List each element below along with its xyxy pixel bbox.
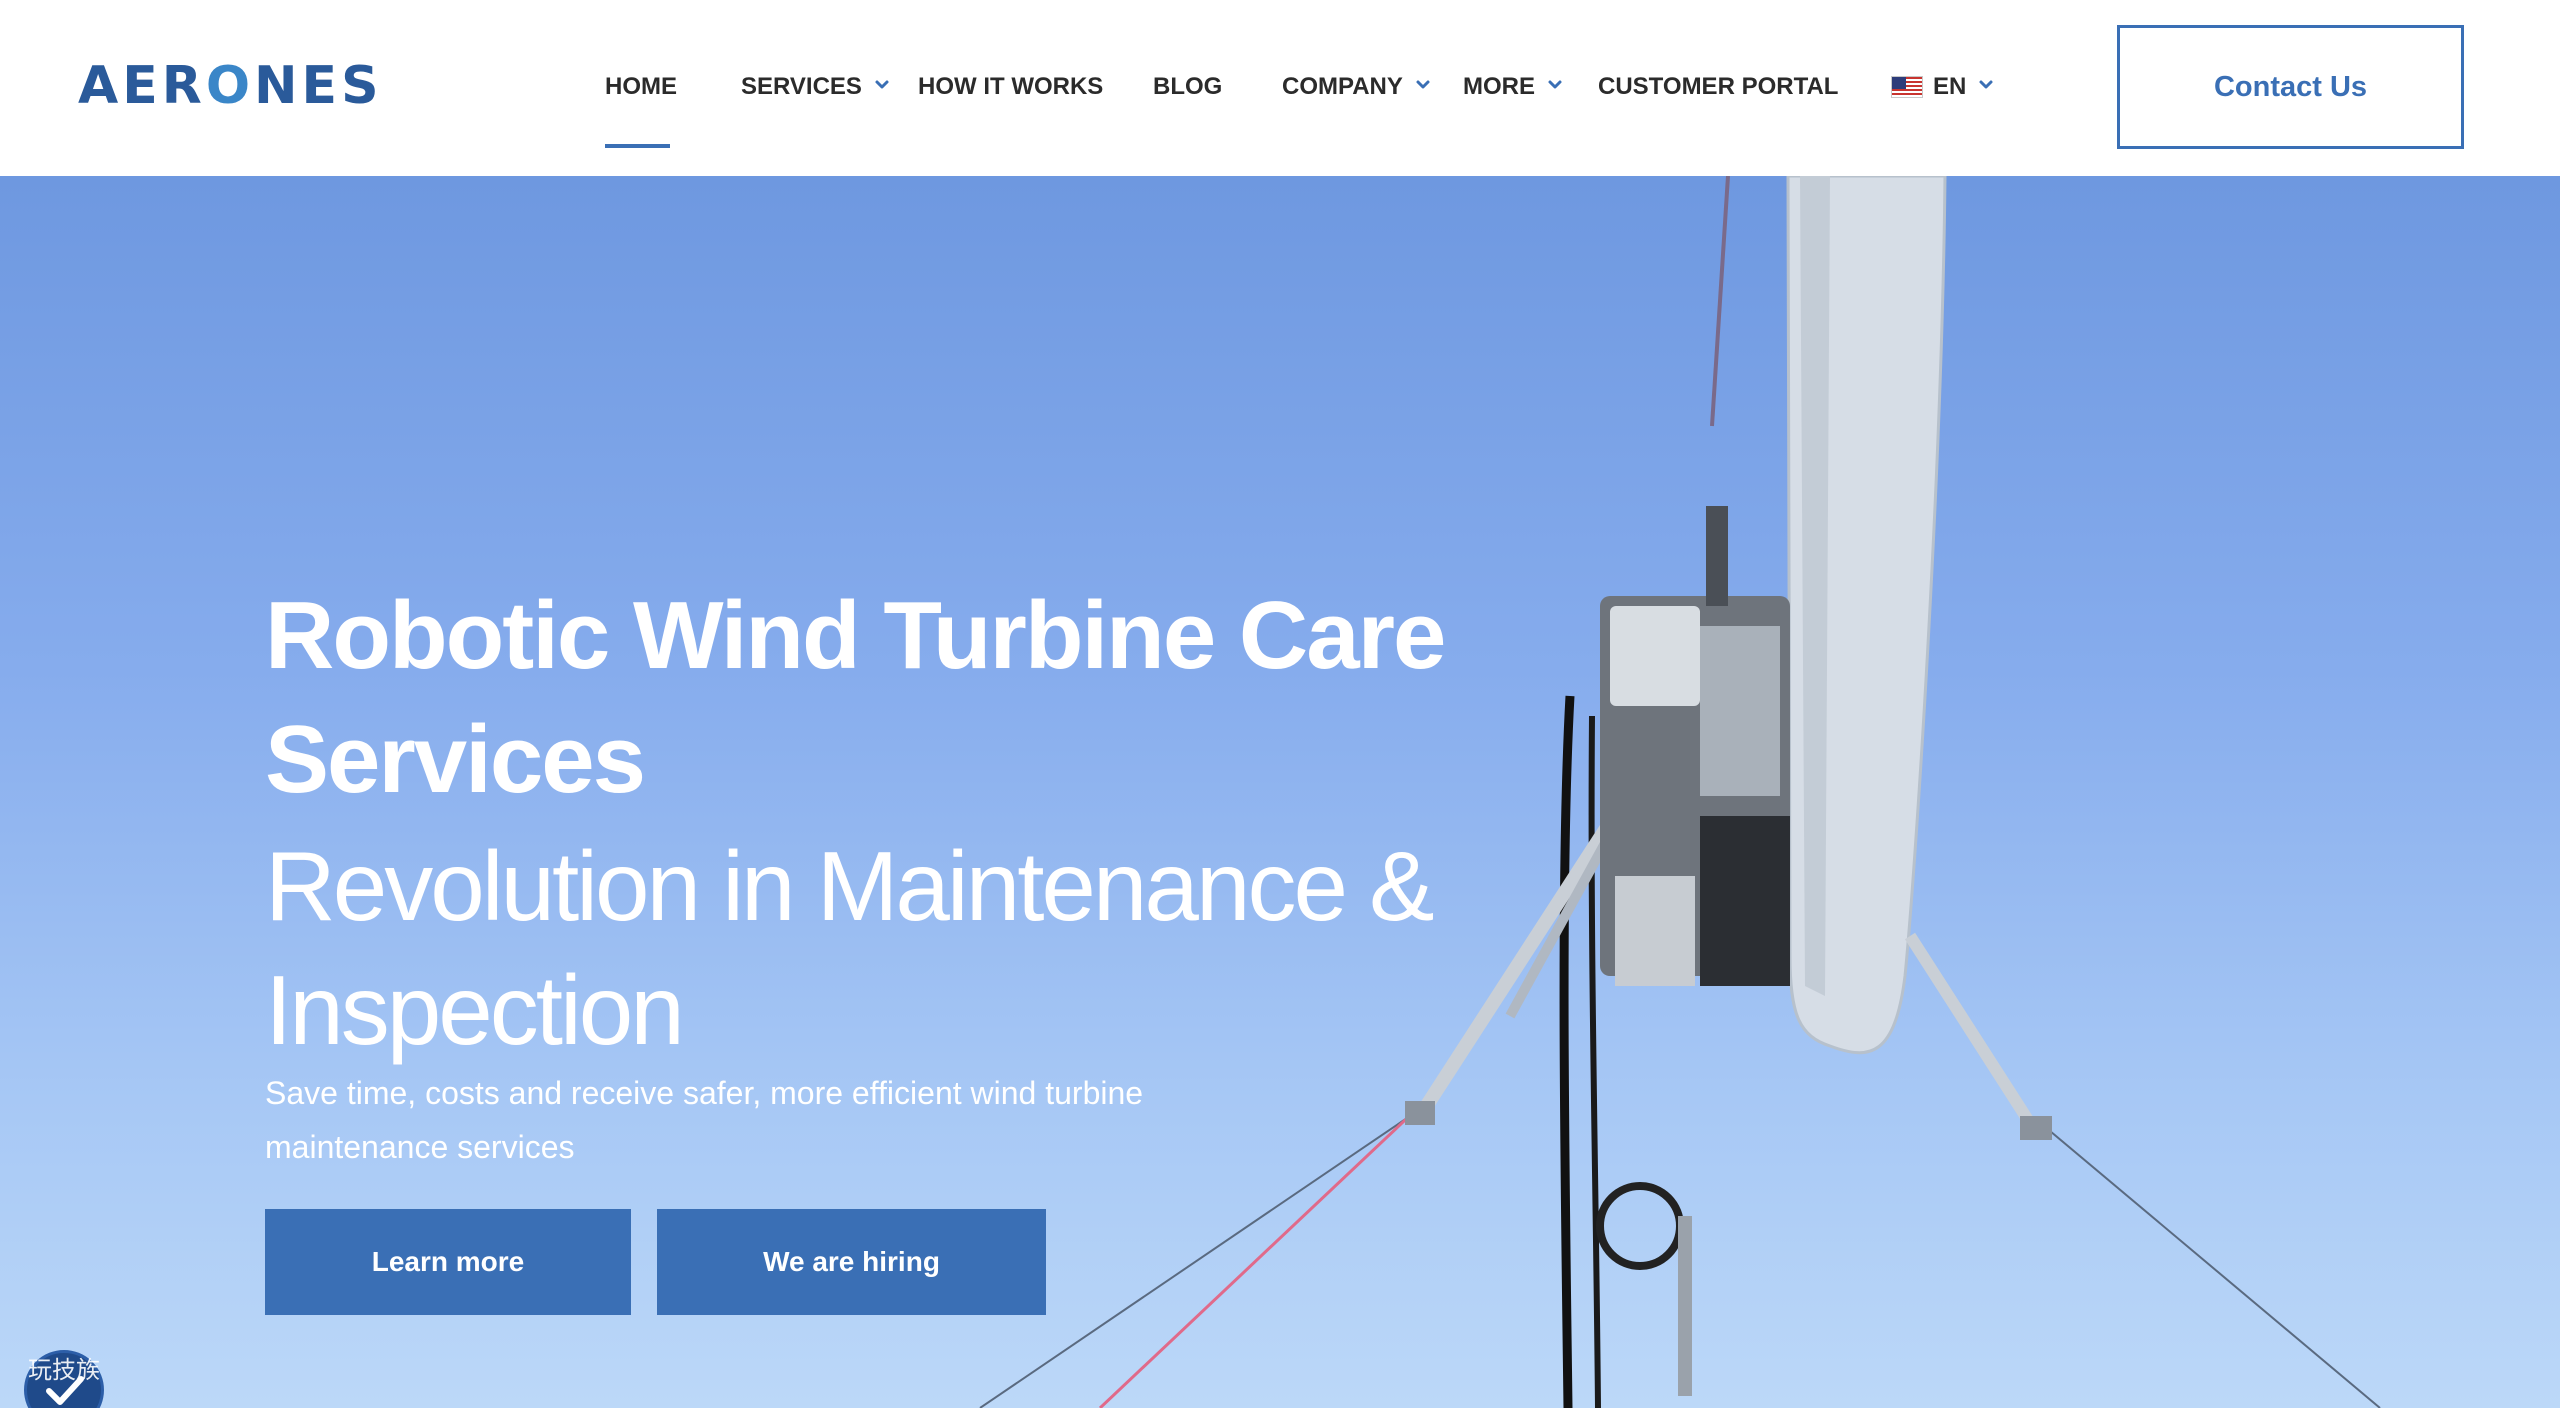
chevron-down-icon [872,75,892,95]
robot-mechanism [1700,816,1790,986]
nav-item-more[interactable]: MORE [1463,70,1565,104]
language-label: EN [1933,73,1967,100]
hero-title: Robotic Wind Turbine Care Services [265,582,1446,813]
robot-hook [1706,506,1728,606]
nav-label-blog: BLOG [1153,73,1223,100]
site-header: AER O NES HOME SERVICES HOW IT WORKS BLOG … [0,0,2560,176]
robot-perforated-plate [1700,626,1780,796]
logo-text-left: AER [78,56,206,116]
cable-coil [1596,1182,1684,1270]
us-flag-icon [1891,76,1923,98]
power-cable-2 [1588,715,1601,1408]
nav-label-home: HOME [605,73,677,100]
robot-housing [1610,606,1700,706]
nav-label-how-it-works: HOW IT WORKS [918,73,1104,100]
hero-description: Save time, costs and receive safer, more… [265,1075,1144,1165]
chevron-down-icon [1545,75,1565,95]
robot-probe [1678,1216,1692,1396]
hero-section: Robotic Wind Turbine Care Services Revol… [0,176,2560,1408]
chevron-down-icon [1976,75,1996,95]
active-nav-indicator [605,144,670,148]
nav-item-how-it-works[interactable]: HOW IT WORKS [918,70,1103,104]
blade-shadow [1800,176,1830,996]
hero-subtitle: Revolution in Maintenance & Inspection [265,831,1435,1065]
nav-label-more: MORE [1463,73,1535,100]
nav-item-services[interactable]: SERVICES [741,70,892,104]
leg-foot-right [2020,1116,2052,1140]
guy-wire-right [2049,1130,2381,1408]
nav-item-customer-portal[interactable]: CUSTOMER PORTAL [1598,70,1838,104]
nav-item-blog[interactable]: BLOG [1153,70,1222,104]
language-selector[interactable]: EN [1891,70,1996,104]
leg-foot-left [1405,1101,1435,1125]
logo-mark: O [205,56,255,116]
watermark-text: 玩技族 [28,1356,100,1384]
robot-leg-right [1904,932,2041,1135]
contact-us-button[interactable]: Contact Us [2117,25,2464,149]
learn-more-button[interactable]: Learn more [265,1209,631,1315]
nav-label-company: COMPANY [1282,73,1403,100]
logo-text-right: NES [254,56,383,116]
we-are-hiring-button[interactable]: We are hiring [657,1209,1046,1315]
tether-cable [1710,176,1730,427]
nav-item-home[interactable]: HOME [605,70,677,104]
robot-lower-housing [1615,876,1695,986]
nav-label-services: SERVICES [741,73,862,100]
nav-item-company[interactable]: COMPANY [1282,70,1433,104]
nav-label-customer-portal: CUSTOMER PORTAL [1598,73,1839,100]
aerones-logo[interactable]: AER O NES [78,56,383,116]
chevron-down-icon [1413,75,1433,95]
